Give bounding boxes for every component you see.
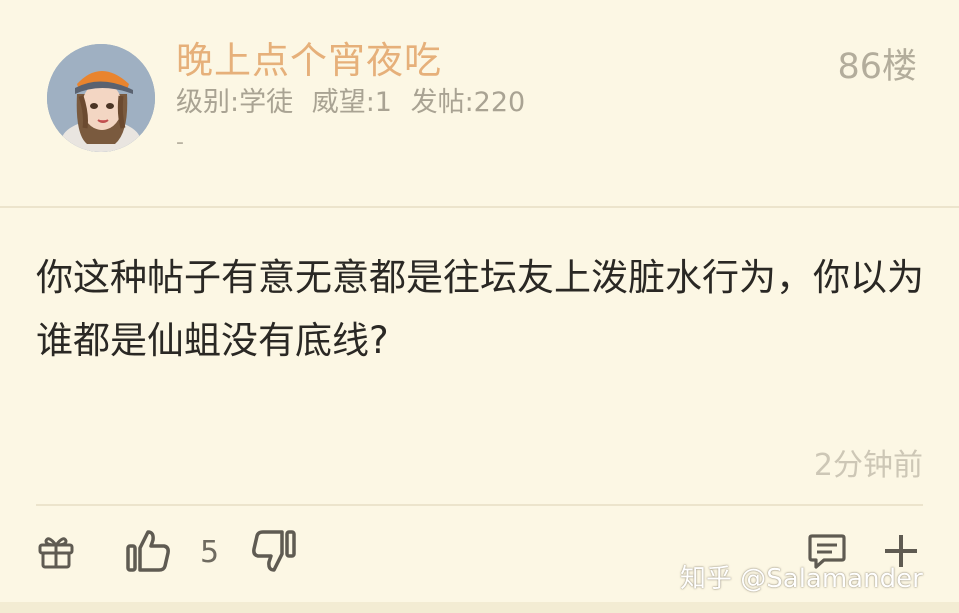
post-card: 晚上点个宵夜吃 级别:学徒 威望:1 发帖:220 - 86楼 你这种帖子有意无…	[0, 0, 959, 613]
like-count: 5	[200, 535, 220, 570]
bottom-strip	[0, 602, 959, 613]
floor-number: 86楼	[837, 47, 917, 87]
avatar-image	[47, 44, 155, 152]
header-divider	[0, 206, 959, 208]
watermark: 知乎 @Salamander	[680, 564, 923, 594]
post-content: 你这种帖子有意无意都是往坛友上泼脏水行为，你以为谁都是仙蛆没有底线?	[36, 256, 924, 362]
gift-icon	[38, 537, 74, 569]
gift-button[interactable]	[36, 527, 76, 575]
thumbs-up-icon	[126, 530, 170, 572]
dislike-button[interactable]	[250, 527, 298, 575]
like-button[interactable]	[124, 527, 172, 575]
footer-divider	[36, 504, 923, 506]
user-post-count: 发帖:220	[410, 87, 526, 118]
username[interactable]: 晚上点个宵夜吃	[176, 30, 442, 84]
post-timestamp: 2分钟前	[813, 448, 923, 483]
user-signature: -	[176, 130, 184, 155]
user-level: 级别:学徒	[176, 87, 294, 118]
user-reputation: 威望:1	[311, 87, 392, 118]
thumbs-down-icon	[252, 530, 296, 572]
avatar[interactable]	[47, 44, 155, 152]
user-meta: 级别:学徒 威望:1 发帖:220	[176, 80, 525, 119]
